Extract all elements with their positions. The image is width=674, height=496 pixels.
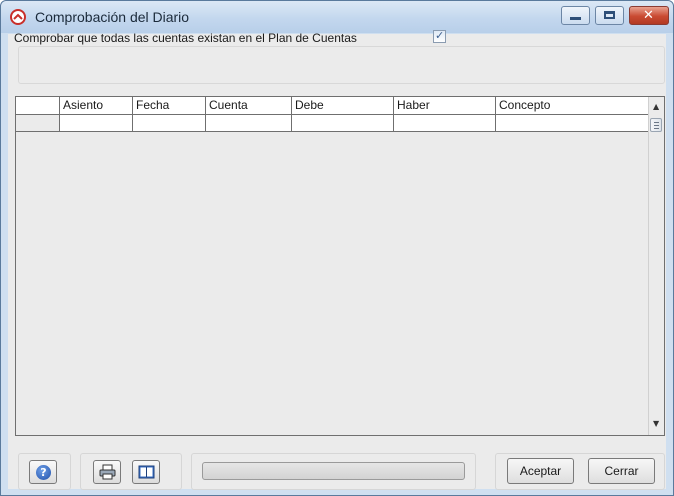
check-accounts-checkbox[interactable]: ✓	[433, 29, 446, 43]
cell-asiento[interactable]	[60, 115, 133, 131]
row-header[interactable]	[16, 115, 60, 131]
close-button[interactable]: Cerrar	[588, 458, 655, 484]
close-window-button[interactable]: ✕	[629, 6, 669, 25]
maximize-button[interactable]	[595, 6, 624, 25]
cell-debe[interactable]	[292, 115, 394, 131]
maximize-icon	[604, 11, 615, 19]
cell-cuenta[interactable]	[206, 115, 292, 131]
accept-button[interactable]: Aceptar	[507, 458, 574, 484]
title-bar[interactable]: Comprobación del Diario ✕	[1, 1, 673, 33]
print-button[interactable]	[93, 460, 121, 484]
column-header-fecha[interactable]: Fecha	[133, 97, 206, 114]
column-header-debe[interactable]: Debe	[292, 97, 394, 114]
journal-grid[interactable]: Asiento Fecha Cuenta Debe Haber Concepto…	[15, 96, 665, 436]
progress-bar	[202, 462, 465, 480]
help-button[interactable]: ?	[29, 460, 57, 484]
close-icon: ✕	[643, 8, 654, 23]
checkmark-icon: ✓	[435, 29, 445, 42]
cell-fecha[interactable]	[133, 115, 206, 131]
check-accounts-label: Comprobar que todas las cuentas existan …	[14, 31, 357, 45]
scroll-up-icon[interactable]: ▲	[653, 102, 659, 111]
printer-icon	[99, 464, 116, 480]
column-header-asiento[interactable]: Asiento	[60, 97, 133, 114]
scroll-down-icon[interactable]: ▼	[653, 419, 659, 428]
cell-concepto[interactable]	[496, 115, 648, 131]
row-header-corner	[16, 97, 60, 114]
column-header-cuenta[interactable]: Cuenta	[206, 97, 292, 114]
table-row[interactable]	[16, 115, 648, 132]
scroll-thumb[interactable]	[650, 118, 662, 132]
app-logo-icon	[10, 9, 26, 25]
dialog-window: Comprobación del Diario ✕ Comprobar que …	[0, 0, 674, 496]
minimize-button[interactable]	[561, 6, 590, 25]
grid-header: Asiento Fecha Cuenta Debe Haber Concepto	[16, 97, 648, 115]
vertical-scrollbar[interactable]: ▲ ▼	[648, 97, 664, 435]
window-title: Comprobación del Diario	[35, 9, 190, 25]
cell-haber[interactable]	[394, 115, 496, 131]
help-icon: ?	[36, 465, 51, 480]
column-header-haber[interactable]: Haber	[394, 97, 496, 114]
book-icon	[138, 465, 155, 479]
options-panel	[18, 46, 665, 84]
book-button[interactable]	[132, 460, 160, 484]
column-header-concepto[interactable]: Concepto	[496, 97, 648, 114]
minimize-icon	[570, 17, 581, 20]
